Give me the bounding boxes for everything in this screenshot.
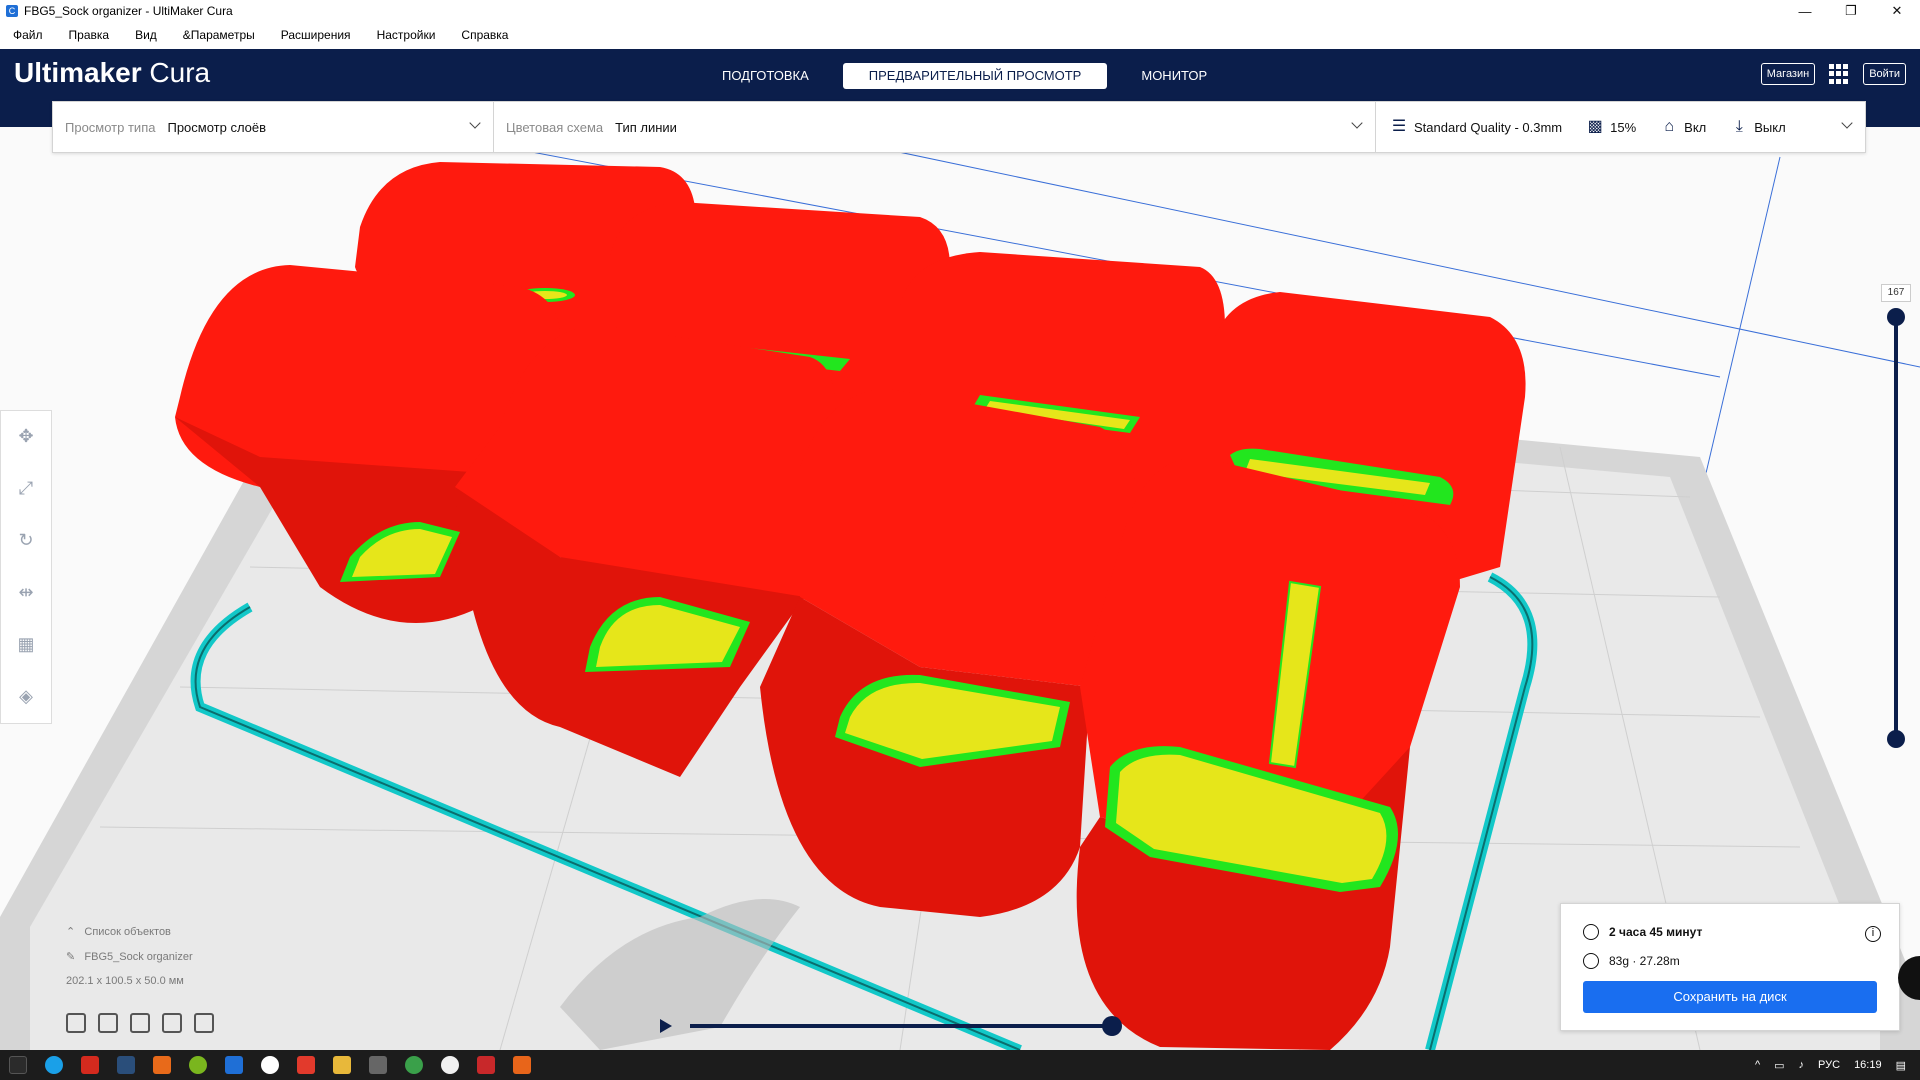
material-usage: 83g · 27.28m [1609,954,1680,968]
settings-sliders-icon: ☰ [1391,118,1407,135]
info-icon[interactable]: i [1865,926,1881,942]
menu-bar: Файл Правка Вид &Параметры Расширения На… [0,22,1920,49]
move-tool-icon[interactable]: ✥ [15,425,37,447]
menu-extensions[interactable]: Расширения [268,22,364,49]
color-scheme-dropdown[interactable]: Цветовая схема Тип линии [494,102,1376,152]
language-indicator[interactable]: РУС [1818,1059,1840,1071]
app-icon-5[interactable] [513,1056,531,1074]
rotate-tool-icon[interactable]: ↻ [15,529,37,551]
layer-number-badge[interactable]: 167 [1881,284,1911,302]
tab-preview[interactable]: ПРЕДВАРИТЕЛЬНЫЙ ПРОСМОТР [842,63,1108,89]
view-type-dropdown[interactable]: Просмотр типа Просмотр слоёв [53,102,494,152]
marketplace-button[interactable]: Магазин [1760,63,1816,85]
play-simulation-icon[interactable] [660,1019,672,1033]
object-dimensions: 202.1 x 100.5 x 50.0 мм [66,975,184,987]
mirror-tool-icon[interactable]: ⇹ [15,581,37,603]
adhesion-value: Выкл [1754,119,1786,135]
chevron-up-icon[interactable]: ^ [1755,1059,1760,1071]
object-list-toggle[interactable]: ⌃ Список объектов [66,925,193,938]
tab-prepare[interactable]: ПОДГОТОВКА [696,63,835,89]
menu-preferences[interactable]: Настройки [364,22,449,49]
chevron-down-icon [1351,117,1363,129]
camera-view-buttons [66,1013,214,1033]
object-list-item[interactable]: ✎ FBG5_Sock organizer [66,950,193,963]
support-blocker-icon[interactable]: ◈ [15,685,37,707]
restore-icon[interactable]: ❐ [1828,0,1874,22]
support-value: Вкл [1684,119,1707,135]
chrome-icon[interactable] [405,1056,423,1074]
system-tray: ^ ▭ ♪ РУС 16:19 ▤ [1755,1050,1906,1080]
tool-strip: ✥ ⤢ ↻ ⇹ ▦ ◈ [0,410,52,724]
steam-icon[interactable] [117,1056,135,1074]
edge-icon[interactable] [45,1056,63,1074]
layer-slider-bottom-handle[interactable] [1887,730,1905,748]
file-explorer-icon[interactable] [333,1056,351,1074]
volume-icon[interactable]: ♪ [1799,1059,1805,1071]
layer-slider-track[interactable] [1894,318,1898,738]
per-model-settings-icon[interactable]: ▦ [15,633,37,655]
app-icon-4[interactable] [477,1056,495,1074]
signin-button[interactable]: Войти [1863,63,1906,85]
view-left-icon[interactable] [162,1013,182,1033]
infill-icon: ▩ [1587,118,1603,135]
cura-taskbar-icon[interactable] [225,1056,243,1074]
tab-monitor[interactable]: МОНИТОР [1115,63,1233,89]
window-titlebar: C FBG5_Sock organizer - UltiMaker Cura —… [0,0,1920,22]
app-icon-2[interactable] [189,1056,207,1074]
notifications-icon[interactable]: ▤ [1896,1059,1906,1072]
yandex-browser-icon[interactable] [261,1056,279,1074]
acrobat-icon[interactable] [81,1056,99,1074]
print-info-panel: 2 часа 45 минут 83g · 27.28m i Сохранить… [1560,903,1900,1031]
cura-app-icon: C [6,5,18,17]
edit-icon: ✎ [66,951,76,963]
menu-help[interactable]: Справка [448,22,521,49]
menu-edit[interactable]: Правка [56,22,123,49]
chevron-down-icon [469,117,481,129]
print-time: 2 часа 45 минут [1609,925,1703,939]
calculator-icon[interactable] [369,1056,387,1074]
clock-icon [1583,924,1599,940]
scale-tool-icon[interactable]: ⤢ [15,477,37,499]
clock[interactable]: 16:19 [1854,1059,1882,1071]
view-right-icon[interactable] [194,1013,214,1033]
apps-grid-icon[interactable] [1829,64,1849,84]
path-slider-track[interactable] [690,1024,1110,1028]
view-3d-icon[interactable] [66,1013,86,1033]
close-icon[interactable]: ✕ [1874,0,1920,22]
path-slider-handle[interactable] [1102,1016,1122,1036]
view-toolbar: Просмотр типа Просмотр слоёв Цветовая сх… [52,101,1866,153]
menu-settings[interactable]: &Параметры [170,22,268,49]
app-icon[interactable] [153,1056,171,1074]
brand-logo: Ultimaker Cura [14,57,211,88]
infill-value: 15% [1610,119,1637,135]
window-title: FBG5_Sock organizer - UltiMaker Cura [24,4,233,18]
view-front-icon[interactable] [98,1013,118,1033]
menu-view[interactable]: Вид [122,22,170,49]
adhesion-icon: ⤓ [1735,118,1743,135]
view-top-icon[interactable] [130,1013,150,1033]
print-settings-selector[interactable]: ☰ Standard Quality - 0.3mm ▩ 15% ⌂ Вкл ⤓… [1376,102,1865,152]
layer-slider-top-handle[interactable] [1887,308,1905,326]
yandex-icon[interactable] [297,1056,315,1074]
windows-taskbar: ^ ▭ ♪ РУС 16:19 ▤ [0,1050,1920,1080]
network-icon[interactable]: ▭ [1774,1059,1784,1072]
save-to-disk-button[interactable]: Сохранить на диск [1583,981,1877,1013]
chevron-down-icon [1841,117,1853,129]
app-icon-3[interactable] [441,1056,459,1074]
start-icon[interactable] [9,1056,27,1074]
minimize-icon[interactable]: — [1782,0,1828,22]
chevron-up-icon: ⌃ [66,926,76,938]
spool-icon [1583,953,1599,969]
menu-file[interactable]: Файл [0,22,56,49]
object-list: ⌃ Список объектов ✎ FBG5_Sock organizer … [66,925,193,999]
support-icon: ⌂ [1664,118,1674,135]
profile-label: Standard Quality - 0.3mm [1414,119,1563,135]
